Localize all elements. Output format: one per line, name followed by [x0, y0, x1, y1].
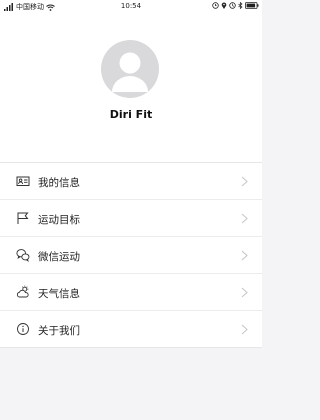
menu-item-about-us[interactable]: 关于我们	[0, 311, 262, 348]
menu-item-label: 天气信息	[38, 288, 80, 300]
menu-item-label: 微信运动	[38, 251, 80, 263]
avatar[interactable]	[101, 40, 159, 98]
chevron-right-icon	[241, 250, 248, 261]
info-icon	[16, 322, 30, 336]
status-right	[212, 2, 259, 9]
chevron-right-icon	[241, 287, 248, 298]
profile-header: Diri Fit	[0, 14, 262, 162]
alarm-icon	[212, 2, 219, 9]
weather-icon	[16, 285, 30, 299]
status-bar: 中国移动 10:54	[0, 0, 262, 14]
flag-icon	[16, 211, 30, 225]
menu-item-weather-info[interactable]: 天气信息	[0, 274, 262, 311]
default-user-icon	[112, 52, 148, 92]
menu-item-my-info[interactable]: 我的信息	[0, 163, 262, 200]
chevron-right-icon	[241, 176, 248, 187]
username: Diri Fit	[109, 108, 153, 121]
menu-item-exercise-goal[interactable]: 运动目标	[0, 200, 262, 237]
chevron-right-icon	[241, 213, 248, 224]
settings-menu: 我的信息 运动目标 微信运动 天气信息 关于我们	[0, 162, 262, 348]
menu-item-label: 关于我们	[38, 325, 80, 337]
chevron-right-icon	[241, 324, 248, 335]
menu-item-label: 运动目标	[38, 214, 80, 226]
clock-icon	[229, 2, 236, 9]
location-icon	[221, 2, 227, 9]
id-card-icon	[16, 174, 30, 188]
bluetooth-icon	[238, 2, 243, 9]
menu-item-label: 我的信息	[38, 177, 80, 189]
battery-icon	[245, 2, 259, 9]
wechat-icon	[16, 248, 30, 262]
menu-item-wechat-sport[interactable]: 微信运动	[0, 237, 262, 274]
